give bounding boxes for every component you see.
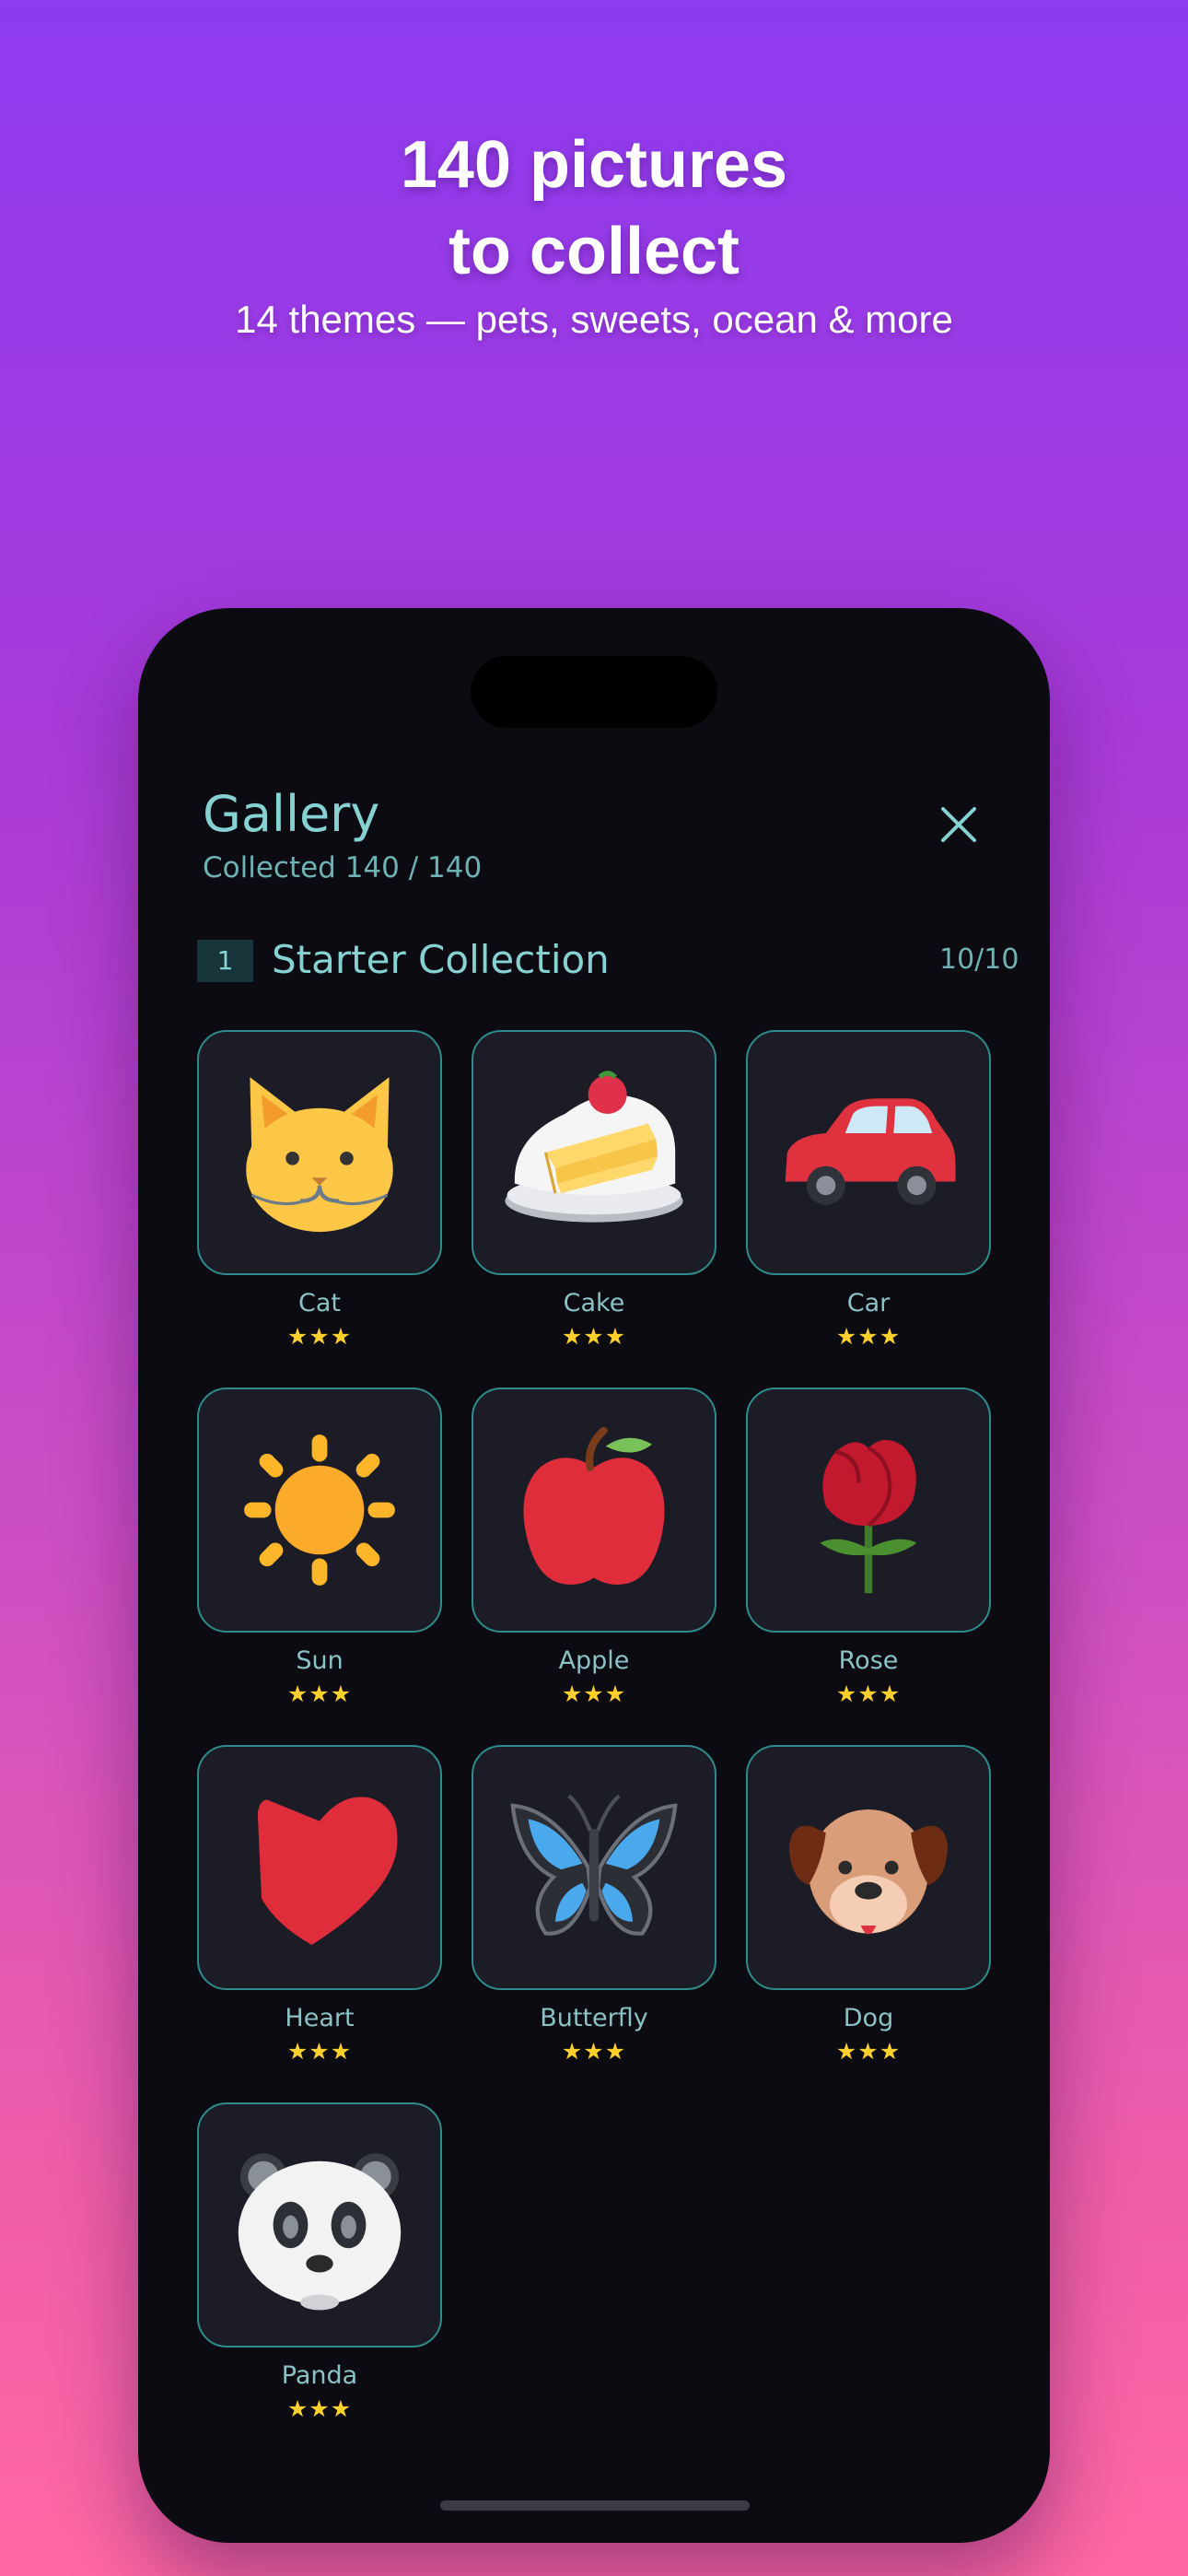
promo-headline: 140 pictures to collect	[0, 122, 1188, 295]
collected-count: Collected 140 / 140	[203, 851, 483, 884]
gallery-item-apple[interactable]: Apple ★★★	[472, 1388, 716, 1708]
gallery-item-dog[interactable]: Dog ★★★	[746, 1745, 991, 2066]
gallery-item-butterfly[interactable]: Butterfly ★★★	[472, 1745, 716, 2066]
item-label: Heart	[285, 2004, 355, 2032]
item-label: Apple	[558, 1646, 630, 1675]
panda-icon	[238, 2153, 402, 2311]
section-progress: 10/10	[939, 943, 1019, 976]
close-icon	[941, 807, 976, 842]
item-rating-stars: ★★★	[286, 1323, 353, 1350]
item-label: Rose	[838, 1646, 899, 1675]
butterfly-icon	[510, 1794, 678, 1936]
gallery-item-car[interactable]: Car ★★★	[746, 1030, 991, 1351]
sun-icon	[244, 1434, 395, 1586]
apple-icon	[523, 1426, 665, 1585]
close-button[interactable]	[928, 794, 989, 855]
dynamic-island	[471, 656, 717, 728]
item-label: Sun	[296, 1646, 344, 1675]
home-indicator	[440, 2500, 750, 2511]
item-rating-stars: ★★★	[286, 2038, 353, 2065]
car-icon	[785, 1098, 956, 1205]
item-label: Cake	[563, 1289, 625, 1317]
item-rating-stars: ★★★	[835, 1680, 902, 1707]
gallery-item-panda[interactable]: Panda ★★★	[197, 2102, 442, 2423]
rose-icon	[820, 1439, 917, 1594]
gallery-item-rose[interactable]: Rose ★★★	[746, 1388, 991, 1708]
gallery-title: Gallery	[203, 785, 380, 843]
heart-icon	[257, 1797, 398, 1945]
item-rating-stars: ★★★	[835, 1323, 902, 1350]
item-label: Cat	[298, 1289, 341, 1317]
promo-title-line2: to collect	[448, 215, 740, 288]
section-number-badge: 1	[197, 940, 253, 982]
cake-icon	[505, 1071, 683, 1223]
item-rating-stars: ★★★	[561, 1680, 627, 1707]
gallery-item-cake[interactable]: Cake ★★★	[472, 1030, 716, 1351]
promo-subtitle: 14 themes — pets, sweets, ocean & more	[235, 298, 953, 341]
dog-icon	[788, 1809, 949, 1935]
gallery-item-heart[interactable]: Heart ★★★	[197, 1745, 442, 2066]
cat-icon	[246, 1077, 393, 1233]
item-label: Dog	[843, 2004, 894, 2032]
item-rating-stars: ★★★	[286, 2395, 353, 2422]
item-rating-stars: ★★★	[286, 1680, 353, 1707]
item-label: Panda	[281, 2361, 358, 2390]
item-rating-stars: ★★★	[835, 2038, 902, 2065]
phone-frame: Gallery Collected 140 / 140 1 Starter Co…	[138, 608, 1050, 2543]
gallery-item-cat[interactable]: Cat ★★★	[197, 1030, 442, 1351]
gallery-item-sun[interactable]: Sun ★★★	[197, 1388, 442, 1708]
item-label: Car	[846, 1289, 891, 1317]
item-rating-stars: ★★★	[561, 2038, 627, 2065]
item-rating-stars: ★★★	[561, 1323, 627, 1350]
promo-title-line1: 140 pictures	[400, 128, 788, 202]
item-label: Butterfly	[540, 2004, 648, 2032]
section-title: Starter Collection	[272, 937, 610, 982]
